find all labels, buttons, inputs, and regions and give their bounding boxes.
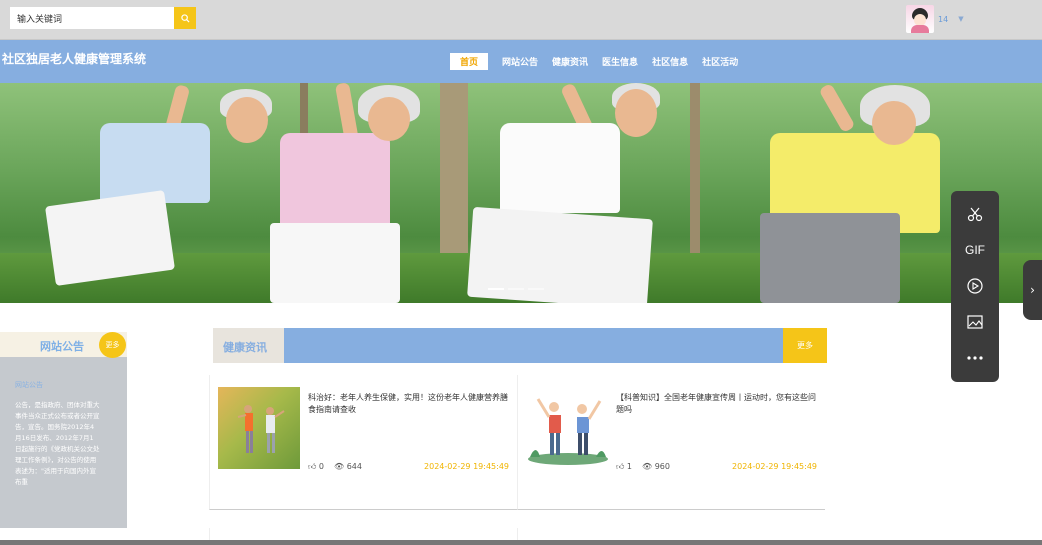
like-count: 0 xyxy=(318,462,324,471)
news-card[interactable]: 科治好：老年人养生保健，实用！这份老年人健康营养膳食指南请查收 👍︎ 0 👁︎ … xyxy=(209,375,517,510)
notice-title: 网站公告 xyxy=(40,340,84,353)
image-icon[interactable] xyxy=(963,311,987,333)
window-bottom-edge xyxy=(0,540,1042,545)
avatar[interactable] xyxy=(906,5,934,33)
news-card-date: 2024-02-29 19:45:49 xyxy=(424,462,509,471)
search-button[interactable] xyxy=(174,7,196,29)
more-icon[interactable] xyxy=(963,347,987,369)
search-box xyxy=(10,7,196,29)
user-menu[interactable]: 14 ▼ xyxy=(906,5,964,33)
news-card-date: 2024-02-29 19:45:49 xyxy=(732,462,817,471)
carousel-dot[interactable] xyxy=(488,288,504,290)
news-title: 健康资讯 xyxy=(223,341,267,354)
like-count: 1 xyxy=(626,462,632,471)
site-title: 社区独居老人健康管理系统 xyxy=(2,52,147,66)
record-icon[interactable] xyxy=(963,275,987,297)
news-card-title[interactable]: 【科普知识】全国老年健康宣传周丨运动时，您有这些问题吗 xyxy=(616,392,816,416)
floating-toolbar: GIF xyxy=(951,191,999,382)
nav-item-community[interactable]: 社区信息 xyxy=(652,53,688,70)
view-count: 960 xyxy=(654,462,670,471)
notice-panel: 网站公告 更多 网站公告 公告，是指政府、团体对重大事件当众正式公布或者公开宣告… xyxy=(0,332,127,528)
news-more-button[interactable]: 更多 xyxy=(783,328,827,363)
expand-panel-button[interactable]: › xyxy=(1023,260,1042,320)
like-icon[interactable]: 👍︎ 0 xyxy=(308,462,324,472)
notice-subtitle[interactable]: 网站公告 xyxy=(15,380,43,390)
news-card-partial xyxy=(517,528,825,540)
top-bar: 14 ▼ xyxy=(0,0,1042,40)
carousel-dot[interactable] xyxy=(528,288,544,290)
username[interactable]: 14 xyxy=(938,15,948,24)
eye-icon: 👁︎ 960 xyxy=(642,462,670,471)
news-card-title[interactable]: 科治好：老年人养生保健，实用！这份老年人健康营养膳食指南请查收 xyxy=(308,392,508,416)
hero-banner[interactable] xyxy=(0,83,1042,303)
news-card[interactable]: 【科普知识】全国老年健康宣传周丨运动时，您有这些问题吗 👍︎ 1 👁︎ 960 … xyxy=(517,375,825,510)
chevron-down-icon[interactable]: ▼ xyxy=(958,15,963,23)
gif-label: GIF xyxy=(965,243,985,257)
exercise-figures-icon xyxy=(237,405,285,453)
carousel-indicators xyxy=(488,288,544,290)
notice-more-button[interactable]: 更多 xyxy=(99,332,126,358)
scissors-icon[interactable] xyxy=(963,203,987,225)
search-icon xyxy=(180,13,190,23)
nav-item-doctors[interactable]: 医生信息 xyxy=(602,53,638,70)
news-card-partial xyxy=(209,528,517,540)
view-count: 644 xyxy=(346,462,362,471)
news-title-box: 健康资讯 xyxy=(213,328,284,363)
carousel-dot[interactable] xyxy=(508,288,524,290)
exercise-illustration-icon xyxy=(528,398,608,465)
news-header: 健康资讯 更多 xyxy=(213,328,827,363)
nav-item-activities[interactable]: 社区活动 xyxy=(702,53,738,70)
notice-body: 公告，是指政府、团体对重大事件当众正式公布或者公开宣告，宣告。国务院2012年4… xyxy=(15,401,100,486)
eye-icon: 👁︎ 644 xyxy=(334,462,362,471)
like-icon[interactable]: 👍︎ 1 xyxy=(616,462,632,472)
nav-item-notices[interactable]: 网站公告 xyxy=(502,53,538,70)
search-input[interactable] xyxy=(10,7,174,29)
news-card-meta: 👍︎ 1 👁︎ 960 xyxy=(616,462,670,472)
main-nav: 首页 网站公告 健康资讯 医生信息 社区信息 社区活动 xyxy=(450,53,752,70)
main-nav-bar: 社区独居老人健康管理系统 首页 网站公告 健康资讯 医生信息 社区信息 社区活动 xyxy=(0,40,1042,83)
news-thumbnail[interactable] xyxy=(218,387,300,469)
gif-button[interactable]: GIF xyxy=(963,239,987,261)
news-thumbnail[interactable] xyxy=(526,387,608,469)
nav-item-health-news[interactable]: 健康资讯 xyxy=(552,53,588,70)
chevron-right-icon: › xyxy=(1030,283,1035,297)
news-card-meta: 👍︎ 0 👁︎ 644 xyxy=(308,462,362,472)
nav-item-home[interactable]: 首页 xyxy=(450,53,489,70)
